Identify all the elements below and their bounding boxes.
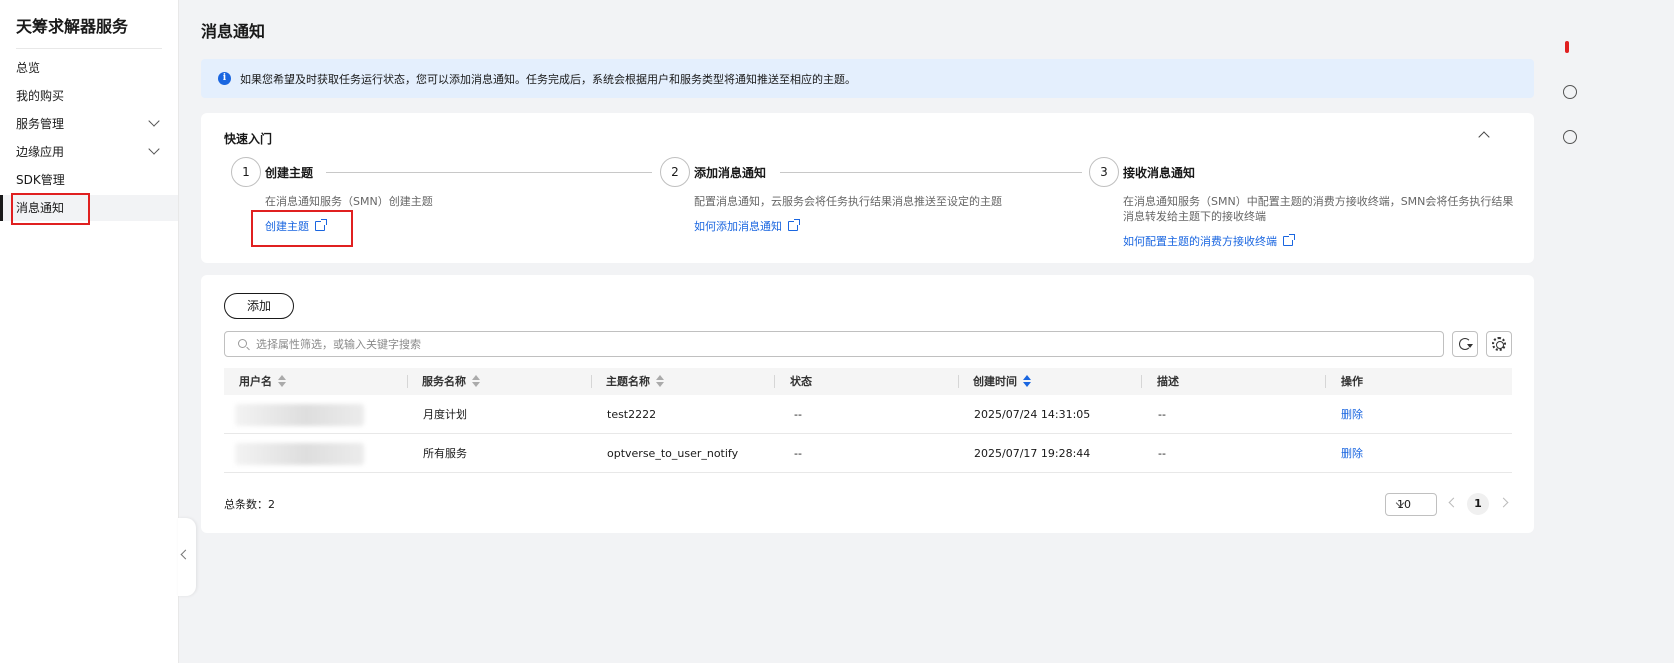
sort-icon[interactable] <box>472 375 480 387</box>
search-icon <box>238 339 247 348</box>
sidebar-item-label: 总览 <box>16 61 41 75</box>
cell-topic: test2222 <box>607 408 657 421</box>
table-header: 用户名 服务名称 主题名称 状态 创建时间 描述 操作 <box>224 368 1512 395</box>
step-title: 创建主题 <box>265 166 314 180</box>
highlight-box <box>251 210 353 247</box>
help-icon[interactable] <box>1563 85 1577 99</box>
cell-description: -- <box>1158 408 1166 421</box>
column-header-topic[interactable]: 主题名称 <box>606 368 664 395</box>
redacted-username <box>235 404 364 426</box>
sidebar-item-edge-apps[interactable]: 边缘应用 <box>0 139 178 165</box>
column-label: 服务名称 <box>422 375 466 388</box>
feedback-icon[interactable] <box>1563 130 1577 144</box>
column-header-service[interactable]: 服务名称 <box>422 368 480 395</box>
refresh-button[interactable] <box>1452 331 1478 357</box>
link-label: 如何添加消息通知 <box>694 220 782 233</box>
search-input[interactable] <box>256 335 1406 353</box>
configure-endpoint-help-link[interactable]: 如何配置主题的消费方接收终端 <box>1123 233 1295 249</box>
redacted-username <box>235 443 364 465</box>
sidebar-item-label: 边缘应用 <box>16 145 65 159</box>
chevron-down-icon <box>148 115 160 127</box>
step-connector <box>326 172 652 173</box>
chevron-left-icon <box>180 549 191 560</box>
page-title: 消息通知 <box>201 22 266 41</box>
table-row: 月度计划 test2222 -- 2025/07/24 14:31:05 -- … <box>224 395 1512 434</box>
sidebar-item-label: 我的购买 <box>16 89 65 103</box>
refresh-icon <box>1459 338 1473 350</box>
cell-created: 2025/07/17 19:28:44 <box>974 447 1091 460</box>
cell-status: -- <box>794 447 802 460</box>
step-description: 在消息通知服务（SMN）创建主题 <box>265 195 433 208</box>
sort-icon[interactable] <box>656 375 664 387</box>
step-description: 配置消息通知，云服务会将任务执行结果消息推送至设定的主题 <box>694 195 1002 208</box>
column-header-status: 状态 <box>790 375 812 388</box>
search-box[interactable] <box>224 331 1444 357</box>
step-number: 3 <box>1089 157 1119 187</box>
column-divider <box>958 375 959 388</box>
column-header-actions: 操作 <box>1341 375 1363 388</box>
external-link-icon <box>1283 234 1295 246</box>
sidebar: 天筹求解器服务 总览 我的购买 服务管理 边缘应用 SDK管理 消息通知 <box>0 0 179 663</box>
prev-page-icon[interactable] <box>1448 497 1459 508</box>
step-connector <box>780 172 1082 173</box>
sidebar-item-service-management[interactable]: 服务管理 <box>0 111 178 137</box>
sidebar-item-sdk-management[interactable]: SDK管理 <box>0 167 178 193</box>
notification-dot-icon[interactable] <box>1565 41 1569 53</box>
step-title: 添加消息通知 <box>694 166 767 180</box>
page-size-select[interactable]: 10 <box>1385 493 1437 516</box>
column-label: 主题名称 <box>606 375 650 388</box>
column-label: 创建时间 <box>973 375 1017 388</box>
notification-table: 用户名 服务名称 主题名称 状态 创建时间 描述 操作 月度计划 test222… <box>224 368 1512 473</box>
total-count: 总条数：2 <box>224 498 275 511</box>
column-divider <box>407 375 408 388</box>
sort-icon[interactable] <box>1023 375 1031 387</box>
info-banner: i 如果您希望及时获取任务运行状态，您可以添加消息通知。任务完成后，系统会根据用… <box>201 59 1534 98</box>
notification-list-card: 添加 用户名 服务名称 主题名称 状态 创建时间 描述 操作 月度计划 test… <box>201 275 1534 533</box>
table-row: 所有服务 optverse_to_user_notify -- 2025/07/… <box>224 434 1512 473</box>
highlight-box <box>11 193 90 225</box>
step-description: 在消息通知服务（SMN）中配置主题的消费方接收终端，SMN会将任务执行结果消息转… <box>1123 195 1514 223</box>
chevron-down-icon <box>148 143 160 155</box>
quick-start-title: 快速入门 <box>224 132 273 146</box>
chevron-up-icon[interactable] <box>1478 131 1490 143</box>
column-header-description: 描述 <box>1157 375 1179 388</box>
cell-topic: optverse_to_user_notify <box>607 447 739 460</box>
column-header-created[interactable]: 创建时间 <box>973 368 1031 395</box>
sidebar-item-my-purchases[interactable]: 我的购买 <box>0 83 178 109</box>
sidebar-title: 天筹求解器服务 <box>16 17 129 36</box>
cell-created: 2025/07/24 14:31:05 <box>974 408 1091 421</box>
column-divider <box>774 375 775 388</box>
cell-service: 所有服务 <box>423 447 467 460</box>
external-link-icon <box>788 219 800 231</box>
sidebar-collapse-button[interactable] <box>178 518 196 596</box>
column-divider <box>1141 375 1142 388</box>
info-icon: i <box>218 72 231 85</box>
sidebar-item-label: SDK管理 <box>16 173 65 187</box>
step-number: 2 <box>660 157 690 187</box>
current-page-button[interactable]: 1 <box>1467 493 1489 515</box>
next-page-icon[interactable] <box>1498 497 1509 508</box>
column-divider <box>591 375 592 388</box>
cell-description: -- <box>1158 447 1166 460</box>
settings-button[interactable] <box>1486 331 1512 357</box>
gear-icon <box>1492 337 1506 351</box>
sidebar-item-overview[interactable]: 总览 <box>0 55 178 81</box>
delete-link[interactable]: 删除 <box>1341 434 1363 473</box>
step-title: 接收消息通知 <box>1123 166 1196 180</box>
delete-link[interactable]: 删除 <box>1341 395 1363 434</box>
sidebar-item-label: 服务管理 <box>16 117 65 131</box>
cell-status: -- <box>794 408 802 421</box>
column-label: 用户名 <box>239 375 272 388</box>
cell-service: 月度计划 <box>423 408 467 421</box>
sidebar-divider <box>16 48 162 49</box>
info-text: 如果您希望及时获取任务运行状态，您可以添加消息通知。任务完成后，系统会根据用户和… <box>240 73 856 86</box>
column-divider <box>1325 375 1326 388</box>
link-label: 如何配置主题的消费方接收终端 <box>1123 235 1277 248</box>
quick-start-card: 快速入门 1 创建主题 在消息通知服务（SMN）创建主题 创建主题 2 添加消息… <box>201 113 1534 263</box>
step-number: 1 <box>231 157 261 187</box>
column-header-username[interactable]: 用户名 <box>239 368 286 395</box>
add-button[interactable]: 添加 <box>224 293 294 319</box>
sort-icon[interactable] <box>278 375 286 387</box>
add-notification-help-link[interactable]: 如何添加消息通知 <box>694 218 800 234</box>
